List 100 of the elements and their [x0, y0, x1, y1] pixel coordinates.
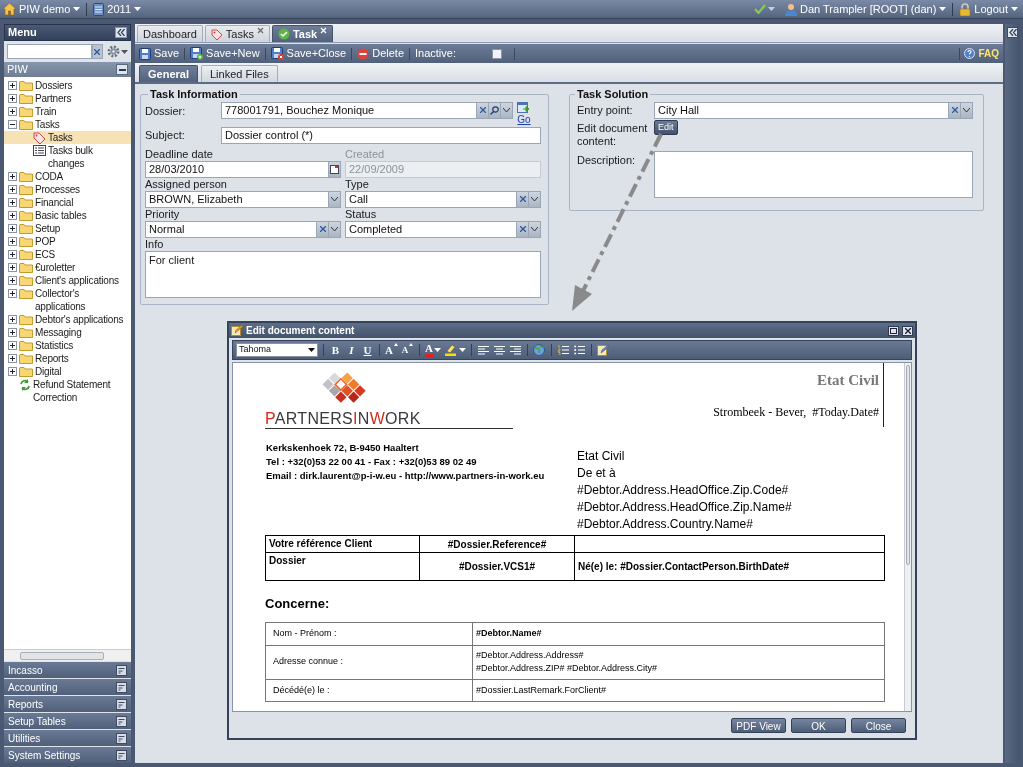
- tab[interactable]: Dashboard: [137, 25, 203, 42]
- text-area[interactable]: For client: [145, 250, 541, 298]
- dropdown-field[interactable]: City Hall: [654, 101, 949, 119]
- align-left-button[interactable]: [476, 343, 490, 357]
- dropdown-button[interactable]: [329, 220, 341, 238]
- tree-item[interactable]: Collector's applications: [4, 287, 131, 313]
- clear-button[interactable]: [477, 101, 489, 119]
- tree-item[interactable]: ECS: [4, 248, 131, 261]
- edit-button[interactable]: Edit: [654, 119, 678, 135]
- dropdown-field[interactable]: Normal: [145, 220, 317, 238]
- collapse-icon[interactable]: [8, 120, 17, 129]
- status-button[interactable]: [754, 4, 775, 14]
- clear-button[interactable]: [317, 220, 329, 238]
- font-color-button[interactable]: A: [425, 343, 441, 357]
- tree-item[interactable]: Train: [4, 105, 131, 118]
- ordered-list-button[interactable]: [556, 343, 570, 357]
- tree-item[interactable]: Refund Statement Correction: [4, 378, 131, 404]
- expand-icon[interactable]: [8, 367, 17, 376]
- dialog-button[interactable]: Close: [851, 717, 906, 733]
- tree-item[interactable]: Client's applications: [4, 274, 131, 287]
- expand-icon[interactable]: [8, 94, 17, 103]
- collapse-button[interactable]: [116, 64, 128, 75]
- search-field[interactable]: [7, 44, 92, 59]
- tree-item[interactable]: Setup: [4, 222, 131, 235]
- input-field[interactable]: Dossier control (*): [221, 126, 541, 144]
- app-menu-button[interactable]: PIW demo: [3, 0, 81, 18]
- toolbar-button[interactable]: Delete: [357, 45, 404, 62]
- go-link[interactable]: Go: [517, 113, 531, 126]
- expand-icon[interactable]: [8, 276, 17, 285]
- expand-icon[interactable]: [8, 198, 17, 207]
- dropdown-field[interactable]: Call: [345, 190, 517, 208]
- expand-icon[interactable]: [8, 211, 17, 220]
- accordion-header[interactable]: System Settings: [4, 747, 131, 763]
- accordion-header[interactable]: Setup Tables: [4, 713, 131, 729]
- tree-item[interactable]: Partners: [4, 92, 131, 105]
- bullet-list-button[interactable]: [572, 343, 586, 357]
- tree-item[interactable]: Tasks: [4, 118, 131, 131]
- expand-icon[interactable]: [8, 172, 17, 181]
- tree-item[interactable]: POP: [4, 235, 131, 248]
- expand-icon[interactable]: [8, 289, 17, 298]
- expand-icon[interactable]: [8, 250, 17, 259]
- close-button[interactable]: [902, 325, 913, 336]
- tree-item[interactable]: Basic tables: [4, 209, 131, 222]
- tab[interactable]: Task: [271, 25, 334, 42]
- tree-item[interactable]: Statistics: [4, 339, 131, 352]
- dropdown-button[interactable]: [961, 101, 973, 119]
- calendar-button[interactable]: [329, 160, 341, 178]
- tree-item[interactable]: Dossiers: [4, 79, 131, 92]
- shrink-font-button[interactable]: A: [401, 343, 414, 357]
- italic-button[interactable]: I: [345, 343, 358, 357]
- align-right-button[interactable]: [508, 343, 522, 357]
- tree-item[interactable]: €uroletter: [4, 261, 131, 274]
- go-icon[interactable]: [517, 101, 531, 114]
- logout-button[interactable]: Logout: [959, 0, 1018, 18]
- dialog-button[interactable]: OK: [791, 717, 846, 733]
- dropdown-button[interactable]: [501, 101, 513, 119]
- scrollbar[interactable]: [4, 649, 131, 661]
- tree-item[interactable]: Reports: [4, 352, 131, 365]
- user-menu-button[interactable]: Dan Trampler [ROOT] (dan): [785, 0, 947, 18]
- accordion-header[interactable]: Incasso: [4, 662, 131, 678]
- scrollbar[interactable]: [904, 363, 911, 711]
- tab[interactable]: Tasks: [204, 25, 270, 42]
- expand-icon[interactable]: [8, 263, 17, 272]
- expand-icon[interactable]: [8, 81, 17, 90]
- dialog-button[interactable]: PDF View: [731, 717, 786, 733]
- tab[interactable]: General: [139, 65, 198, 82]
- expand-icon[interactable]: [8, 224, 17, 233]
- accordion-header[interactable]: Reports: [4, 696, 131, 712]
- tree-item[interactable]: Debtor's applications: [4, 313, 131, 326]
- settings-button[interactable]: [107, 45, 128, 58]
- expand-icon[interactable]: [8, 107, 17, 116]
- expand-icon[interactable]: [8, 315, 17, 324]
- tab[interactable]: Linked Files: [200, 65, 278, 82]
- accordion-header[interactable]: Accounting: [4, 679, 131, 695]
- expand-icon[interactable]: [8, 328, 17, 337]
- align-center-button[interactable]: [492, 343, 506, 357]
- font-select[interactable]: Tahoma: [236, 343, 318, 357]
- underline-button[interactable]: U: [361, 343, 374, 357]
- tree-item[interactable]: Financial: [4, 196, 131, 209]
- dropdown-button[interactable]: [529, 220, 541, 238]
- year-menu-button[interactable]: 2011: [93, 0, 141, 18]
- checkbox[interactable]: [492, 48, 502, 59]
- dropdown-field[interactable]: Completed: [345, 220, 517, 238]
- expand-icon[interactable]: [8, 237, 17, 246]
- accordion-header[interactable]: Utilities: [4, 730, 131, 746]
- faq-link[interactable]: FAQ: [964, 46, 999, 61]
- tree-item[interactable]: Tasks: [4, 131, 131, 144]
- search-button[interactable]: [489, 101, 501, 119]
- toolbar-button[interactable]: Save: [139, 45, 180, 62]
- bold-button[interactable]: B: [329, 343, 342, 357]
- tree-item[interactable]: CODA: [4, 170, 131, 183]
- dropdown-button[interactable]: [529, 190, 541, 208]
- date-field[interactable]: 28/03/2010: [145, 160, 329, 178]
- link-button[interactable]: [532, 343, 546, 357]
- dropdown-button[interactable]: [329, 190, 341, 208]
- close-icon[interactable]: [256, 27, 264, 34]
- tree-item[interactable]: Tasks bulk changes: [4, 144, 131, 170]
- expand-icon[interactable]: [8, 341, 17, 350]
- tree-item[interactable]: Processes: [4, 183, 131, 196]
- clear-button[interactable]: [517, 190, 529, 208]
